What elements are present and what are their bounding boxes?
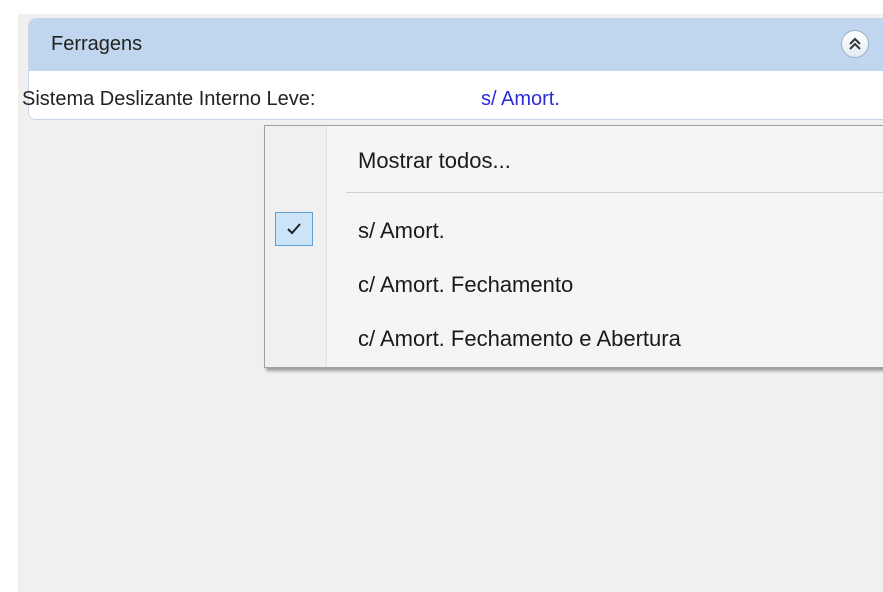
menu-item-label: Mostrar todos... — [358, 148, 511, 173]
checkmark-icon — [287, 223, 301, 235]
top-strip — [0, 0, 883, 14]
menu-item-label: c/ Amort. Fechamento e Abertura — [358, 326, 681, 351]
menu-item-amort-fechamento-abertura[interactable]: c/ Amort. Fechamento e Abertura — [265, 316, 883, 358]
property-label: Sistema Deslizante Interno Leve: — [22, 88, 316, 110]
property-value[interactable]: s/ Amort. — [481, 88, 560, 111]
double-chevron-up-icon — [849, 37, 861, 50]
checkmark-icon-box — [275, 212, 313, 246]
collapse-button[interactable] — [841, 30, 869, 58]
panel-header[interactable]: Ferragens — [29, 19, 883, 71]
menu-item-show-all[interactable]: Mostrar todos... — [265, 138, 883, 180]
menu-item-label: c/ Amort. Fechamento — [358, 272, 574, 297]
options-context-menu: Mostrar todos... s/ Amort. c/ Amort. Fec… — [264, 125, 883, 368]
left-strip — [0, 0, 18, 592]
panel-title: Ferragens — [51, 33, 143, 55]
menu-item-label: s/ Amort. — [358, 218, 445, 243]
menu-separator — [346, 192, 883, 193]
menu-item-amort-fechamento[interactable]: c/ Amort. Fechamento — [265, 262, 883, 304]
menu-item-sem-amort[interactable]: s/ Amort. — [265, 208, 883, 250]
